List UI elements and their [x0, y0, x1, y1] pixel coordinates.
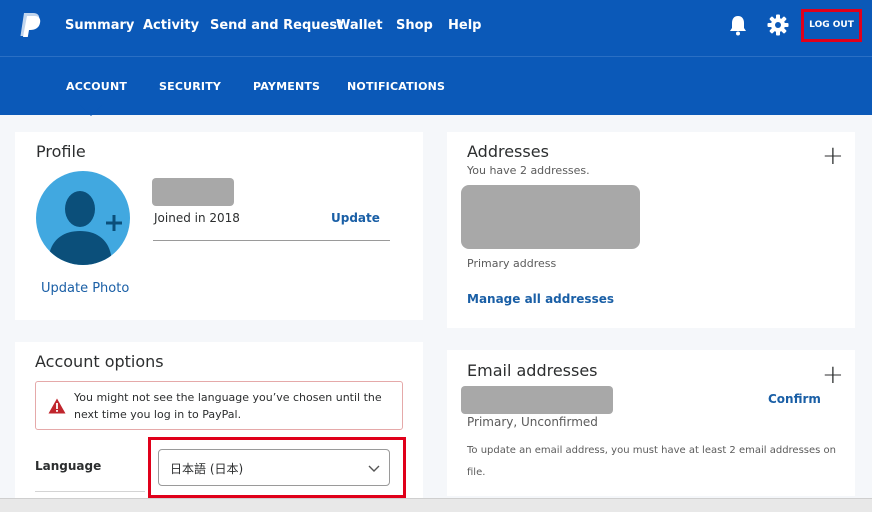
- subnav-divider: [0, 56, 872, 57]
- tab-payments[interactable]: PAYMENTS: [253, 80, 320, 93]
- profile-title: Profile: [36, 142, 86, 161]
- paypal-logo-icon[interactable]: [19, 12, 41, 38]
- redacted-name: [152, 178, 234, 206]
- logout-button[interactable]: LOG OUT: [806, 16, 857, 34]
- nav-shop[interactable]: Shop: [396, 18, 433, 33]
- gear-icon[interactable]: [767, 14, 789, 36]
- language-selected-value: 日本語 (日本): [170, 462, 244, 476]
- email-title: Email addresses: [467, 361, 598, 380]
- account-options-title: Account options: [35, 352, 164, 371]
- nav-summary[interactable]: Summary: [65, 18, 134, 33]
- bell-icon[interactable]: [727, 14, 749, 36]
- redacted-email: [461, 386, 613, 414]
- language-row-divider: [35, 491, 145, 492]
- profile-divider: [153, 240, 390, 241]
- tab-security[interactable]: SECURITY: [159, 80, 221, 93]
- language-select[interactable]: 日本語 (日本): [158, 449, 390, 486]
- joined-date: Joined in 2018: [154, 211, 240, 225]
- addresses-title: Addresses: [467, 142, 549, 161]
- language-label: Language: [35, 459, 102, 473]
- tab-account[interactable]: ACCOUNT: [66, 80, 127, 93]
- email-status: Primary, Unconfirmed: [467, 415, 598, 429]
- redacted-address: [461, 185, 640, 249]
- update-profile-link[interactable]: Update: [331, 211, 380, 225]
- warning-triangle-icon: [48, 398, 66, 414]
- active-tab-indicator: [80, 105, 102, 116]
- add-address-button[interactable]: +: [822, 143, 844, 169]
- email-info-line1: To update an email address, you must hav…: [467, 445, 836, 456]
- manage-addresses-link[interactable]: Manage all addresses: [467, 292, 614, 306]
- add-email-button[interactable]: +: [822, 362, 844, 388]
- nav-send-and-request[interactable]: Send and Request: [210, 18, 343, 33]
- language-alert: You might not see the language you’ve ch…: [35, 381, 403, 430]
- email-info-line2: file.: [467, 467, 486, 478]
- person-avatar-icon: [48, 191, 122, 265]
- profile-photo[interactable]: [36, 171, 130, 265]
- top-header: Summary Activity Send and Request Wallet…: [0, 0, 872, 115]
- bottom-window-edge: [0, 498, 872, 512]
- chevron-down-icon: [368, 465, 380, 472]
- nav-help[interactable]: Help: [448, 18, 481, 33]
- nav-activity[interactable]: Activity: [143, 18, 199, 33]
- nav-wallet[interactable]: Wallet: [336, 18, 383, 33]
- addresses-count: You have 2 addresses.: [467, 164, 590, 177]
- update-photo-link[interactable]: Update Photo: [41, 281, 129, 296]
- alert-message: You might not see the language you’ve ch…: [74, 391, 382, 421]
- confirm-email-link[interactable]: Confirm: [768, 392, 821, 406]
- tab-notifications[interactable]: NOTIFICATIONS: [347, 80, 445, 93]
- primary-address-label: Primary address: [467, 257, 557, 270]
